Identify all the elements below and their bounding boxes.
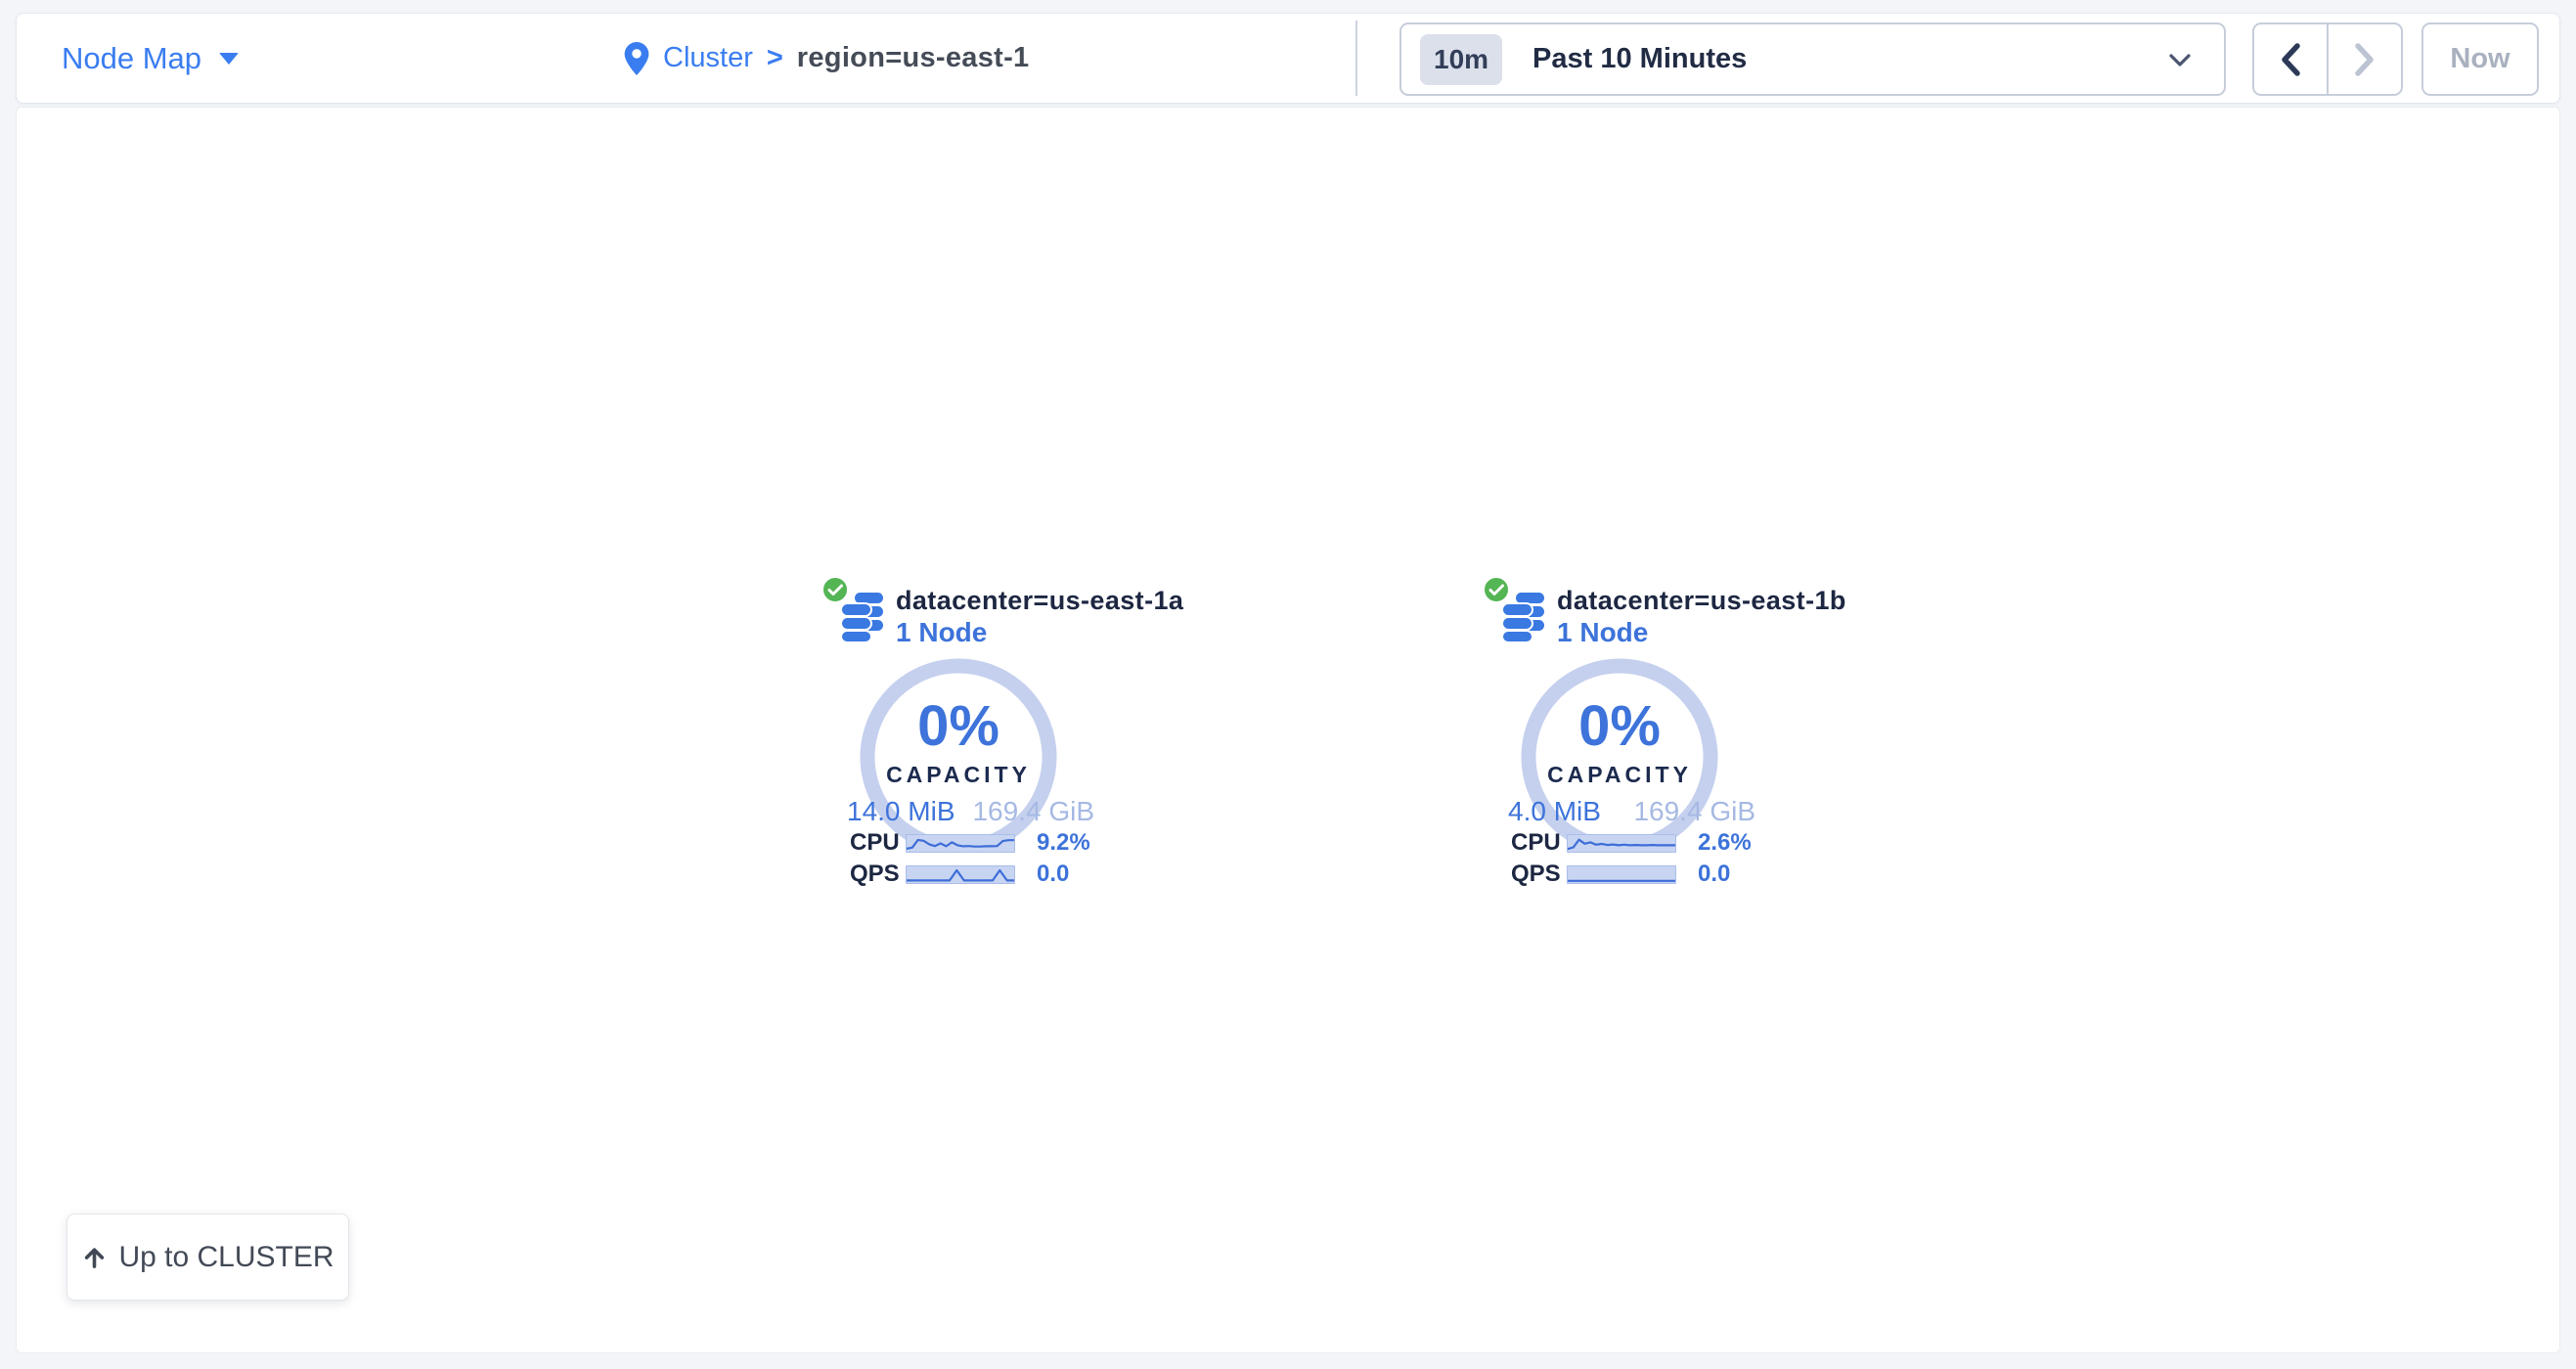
cpu-value: 2.6% bbox=[1698, 829, 1752, 857]
node-map-page: Node Map Cluster > region=us-east-1 10m … bbox=[0, 0, 2576, 1369]
breadcrumb-current: region=us-east-1 bbox=[797, 42, 1030, 74]
now-button[interactable]: Now bbox=[2421, 22, 2539, 96]
node-map-canvas: datacenter=us-east-1a 1 Node 0% CAPACITY… bbox=[16, 107, 2560, 1353]
arrow-up-icon bbox=[81, 1244, 108, 1270]
capacity-percent: 0% bbox=[1468, 698, 1771, 755]
breadcrumb: Cluster > region=us-east-1 bbox=[624, 14, 1029, 103]
qps-sparkline bbox=[906, 865, 1015, 884]
capacity-total: 169.4 GiB bbox=[972, 796, 1094, 827]
cpu-sparkline bbox=[906, 834, 1015, 853]
time-range-label: Past 10 Minutes bbox=[1532, 43, 1747, 75]
time-prev-button[interactable] bbox=[2254, 24, 2329, 94]
cpu-metric-row: CPU 2.6% bbox=[1511, 833, 1765, 853]
nodes-icon-wrap bbox=[828, 575, 889, 643]
qps-label: QPS bbox=[1511, 861, 1567, 888]
capacity-used: 4.0 MiB bbox=[1508, 796, 1601, 827]
qps-value: 0.0 bbox=[1037, 861, 1069, 888]
view-switcher-dropdown[interactable]: Node Map bbox=[62, 14, 239, 103]
breadcrumb-separator: > bbox=[767, 42, 783, 74]
capacity-used-total-row: 14.0 MiB 169.4 GiB bbox=[847, 796, 1094, 827]
datacenter-titles: datacenter=us-east-1b 1 Node bbox=[1557, 585, 1846, 647]
datacenter-card-us-east-1a[interactable]: datacenter=us-east-1a 1 Node 0% CAPACITY… bbox=[807, 573, 1110, 901]
qps-value: 0.0 bbox=[1698, 861, 1730, 888]
capacity-total: 169.4 GiB bbox=[1633, 796, 1755, 827]
time-range-badge: 10m bbox=[1420, 34, 1502, 85]
capacity-percent: 0% bbox=[807, 698, 1110, 755]
breadcrumb-cluster-link[interactable]: Cluster bbox=[663, 42, 753, 74]
qps-label: QPS bbox=[850, 861, 906, 888]
cpu-metric-row: CPU 9.2% bbox=[850, 833, 1104, 853]
datacenter-titles: datacenter=us-east-1a 1 Node bbox=[896, 585, 1183, 647]
header-bar: Node Map Cluster > region=us-east-1 10m … bbox=[16, 13, 2560, 104]
chevron-down-icon bbox=[2165, 50, 2195, 71]
datacenter-card-header: datacenter=us-east-1b 1 Node bbox=[1468, 573, 1771, 643]
header-divider bbox=[1355, 21, 1357, 96]
up-to-cluster-button[interactable]: Up to CLUSTER bbox=[67, 1214, 349, 1301]
capacity-used: 14.0 MiB bbox=[847, 796, 955, 827]
qps-sparkline bbox=[1567, 865, 1676, 884]
chevron-left-icon bbox=[2279, 41, 2302, 78]
datacenter-title: datacenter=us-east-1b bbox=[1557, 585, 1846, 617]
time-step-buttons bbox=[2252, 22, 2403, 96]
datacenter-title: datacenter=us-east-1a bbox=[896, 585, 1183, 617]
datacenter-card-us-east-1b[interactable]: datacenter=us-east-1b 1 Node 0% CAPACITY… bbox=[1468, 573, 1771, 901]
nodes-icon-wrap bbox=[1489, 575, 1550, 643]
capacity-used-total-row: 4.0 MiB 169.4 GiB bbox=[1508, 796, 1755, 827]
healthy-check-icon bbox=[1482, 575, 1511, 604]
healthy-check-icon bbox=[821, 575, 850, 604]
qps-metric-row: QPS 0.0 bbox=[1511, 864, 1765, 884]
qps-metric-row: QPS 0.0 bbox=[850, 864, 1104, 884]
cpu-label: CPU bbox=[850, 829, 906, 857]
cpu-label: CPU bbox=[1511, 829, 1567, 857]
cpu-value: 9.2% bbox=[1037, 829, 1090, 857]
cpu-sparkline bbox=[1567, 834, 1676, 853]
time-next-button[interactable] bbox=[2329, 24, 2401, 94]
capacity-label: CAPACITY bbox=[807, 762, 1110, 788]
chevron-down-icon bbox=[219, 53, 239, 65]
location-pin-icon bbox=[624, 42, 649, 75]
time-range-dropdown[interactable]: 10m Past 10 Minutes bbox=[1399, 22, 2226, 96]
up-to-cluster-label: Up to CLUSTER bbox=[118, 1241, 333, 1274]
datacenter-card-header: datacenter=us-east-1a 1 Node bbox=[807, 573, 1110, 643]
chevron-right-icon bbox=[2353, 41, 2376, 78]
datacenter-node-count: 1 Node bbox=[1557, 617, 1846, 647]
view-switcher-label: Node Map bbox=[62, 41, 201, 76]
capacity-label: CAPACITY bbox=[1468, 762, 1771, 788]
datacenter-node-count: 1 Node bbox=[896, 617, 1183, 647]
